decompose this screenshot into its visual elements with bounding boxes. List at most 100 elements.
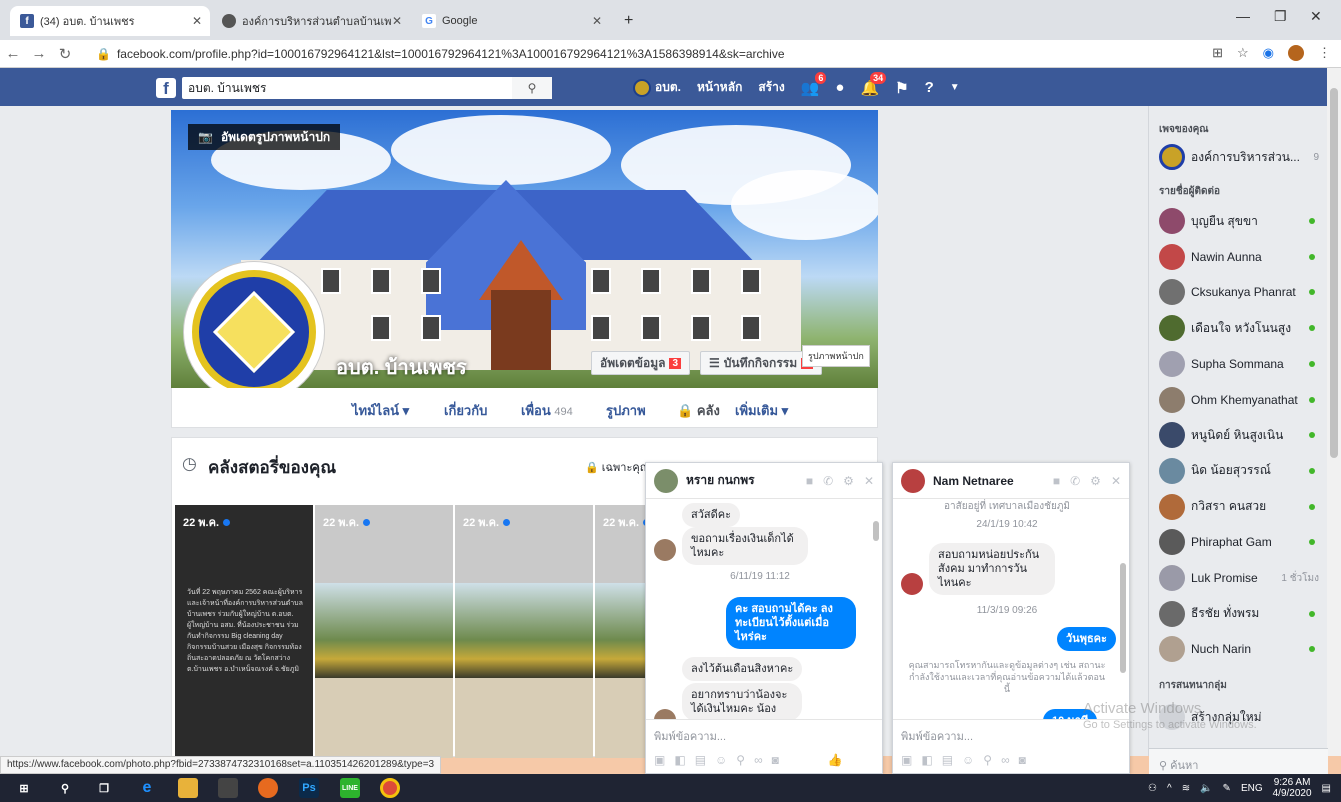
menu-dots-icon[interactable]: ⋮ (1318, 45, 1331, 61)
message-input[interactable]: พิมพ์ข้อความ... (646, 719, 882, 747)
chat-scrollbar[interactable] (872, 503, 880, 718)
chat-header[interactable]: Nam Netnaree ■ ✆ ⚙ ✕ (893, 463, 1129, 499)
tray-chevron-icon[interactable]: ^ (1167, 783, 1172, 794)
page-scrollbar[interactable] (1327, 68, 1341, 756)
video-call-icon[interactable]: ■ (806, 474, 813, 488)
profile-avatar-icon[interactable] (1288, 45, 1304, 61)
reload-icon[interactable]: ↻ (52, 45, 78, 63)
story-card[interactable]: 22 พ.ค. วันที่ 22 พฤษภาคม 2562 คณะผู้บริ… (175, 505, 313, 758)
store-icon[interactable] (218, 778, 238, 798)
contact-search-input[interactable]: ⚲ ค้นหา (1149, 748, 1328, 776)
phone-icon[interactable]: ✆ (1070, 474, 1080, 488)
gear-icon[interactable]: ⚙ (843, 474, 854, 488)
windows-start-icon[interactable]: ⊞ (14, 778, 34, 798)
file-explorer-icon[interactable] (178, 778, 198, 798)
story-card[interactable]: 22 พ.ค. (315, 505, 453, 758)
clock[interactable]: 9:26 AM 4/9/2020 (1273, 777, 1312, 799)
minimize-icon[interactable]: — (1236, 8, 1250, 24)
camera-icon[interactable]: ◙ (1019, 753, 1026, 767)
volume-icon[interactable]: 🔈 (1200, 783, 1212, 794)
close-icon[interactable]: ✕ (864, 474, 874, 488)
page-item[interactable]: องค์การบริหารส่วน... 9 (1159, 142, 1321, 172)
tab-about[interactable]: เกี่ยวกับ (444, 400, 487, 421)
contact-item[interactable]: Nawin Aunna (1159, 242, 1321, 272)
extension-icon[interactable]: ◉ (1263, 45, 1274, 61)
notifications-center-icon[interactable]: ▤ (1322, 783, 1331, 794)
search-icon[interactable]: ⚲ (512, 77, 552, 99)
tab-facebook[interactable]: f (34) อบต. บ้านเพชร ✕ (10, 6, 210, 36)
chat-header[interactable]: หราย กนกพร ■ ✆ ⚙ ✕ (646, 463, 882, 499)
close-icon[interactable]: ✕ (192, 14, 202, 28)
home-link[interactable]: หน้าหลัก (697, 78, 742, 97)
task-view-icon[interactable]: ❐ (94, 778, 114, 798)
image-icon[interactable]: ▣ (901, 753, 912, 767)
contact-item[interactable]: ธีรชัย ทั่งพรม (1159, 599, 1321, 629)
profile-name[interactable]: อบต. บ้านเพชร (336, 351, 467, 383)
contact-item[interactable]: Luk Promise 1 ชั่วโมง (1159, 563, 1321, 593)
create-link[interactable]: สร้าง (758, 78, 784, 97)
account-menu-chevron-icon[interactable]: ▼ (950, 82, 960, 93)
contact-item[interactable]: หนูนิดย์ หินสูงเนิน (1159, 420, 1321, 450)
tab-friends[interactable]: เพื่อน 494 (521, 400, 573, 421)
notifications-icon[interactable]: 🔔 34 (860, 71, 887, 97)
profile-picture[interactable] (184, 262, 324, 402)
new-tab-button[interactable]: + (614, 6, 644, 36)
contact-item[interactable]: Cksukanya Phanrat (1159, 277, 1321, 307)
bookmark-star-icon[interactable]: ☆ (1237, 45, 1249, 61)
story-card[interactable]: 22 พ.ค. (455, 505, 593, 758)
image-icon[interactable]: ▣ (654, 753, 665, 767)
network-icon[interactable]: ≋ (1182, 783, 1190, 794)
phone-icon[interactable]: ✆ (823, 474, 833, 488)
gear-icon[interactable]: ⚙ (1090, 474, 1101, 488)
contact-item[interactable]: Supha Sommana (1159, 349, 1321, 379)
restore-icon[interactable]: ❐ (1274, 8, 1287, 25)
tab-archive[interactable]: 🔒 คลัง (677, 400, 720, 421)
attachment-icon[interactable]: ⚲ (736, 753, 745, 767)
sticker-icon[interactable]: ◧ (921, 753, 932, 767)
chat-contact-name[interactable]: Nam Netnaree (933, 474, 1014, 488)
contact-item[interactable]: Nuch Narin (1159, 634, 1321, 664)
contact-item[interactable]: Phiraphat Gam (1159, 527, 1321, 557)
chat-scrollbar[interactable] (1119, 503, 1127, 718)
edge-icon[interactable]: e (137, 778, 157, 798)
line-icon[interactable]: LINE (340, 778, 360, 798)
contact-item[interactable]: กวิสรา คนสวย (1159, 492, 1321, 522)
url-field[interactable]: 🔒 facebook.com/profile.php?id=10001679296… (96, 47, 785, 61)
chrome-icon[interactable] (380, 778, 400, 798)
back-icon[interactable]: ← (0, 45, 26, 62)
quick-help-icon[interactable]: ⚑ (895, 79, 908, 97)
chat-contact-name[interactable]: หราย กนกพร (686, 471, 755, 490)
tab-photos[interactable]: รูปภาพ (606, 400, 646, 421)
like-icon[interactable]: 👍 (828, 753, 843, 767)
link-icon[interactable]: ∞ (1001, 753, 1010, 767)
video-call-icon[interactable]: ■ (1053, 474, 1060, 488)
attachment-icon[interactable]: ⚲ (983, 753, 992, 767)
gif-icon[interactable]: ▤ (942, 753, 953, 767)
update-cover-button[interactable]: 📷 อัพเดตรูปภาพหน้าปก (188, 124, 341, 150)
language-indicator[interactable]: ENG (1241, 783, 1263, 794)
contact-item[interactable]: นิด น้อยสุวรรณ์ (1159, 456, 1321, 486)
search-input[interactable]: อบต. บ้านเพชร ⚲ (182, 77, 552, 99)
people-icon[interactable]: ⚇ (1148, 783, 1157, 794)
friend-requests-icon[interactable]: 👥 6 (801, 71, 827, 97)
close-icon[interactable]: ✕ (392, 14, 402, 28)
close-icon[interactable]: ✕ (1111, 474, 1121, 488)
contact-item[interactable]: บุญยืน สุขขา (1159, 206, 1321, 236)
firefox-icon[interactable] (258, 778, 278, 798)
contact-item[interactable]: Ohm Khemyanathat (1159, 385, 1321, 415)
profile-shortcut[interactable]: อบต. (633, 78, 681, 97)
help-icon[interactable]: ? (925, 79, 934, 96)
pen-icon[interactable]: ✎ (1223, 783, 1231, 794)
messenger-icon[interactable]: ● (835, 79, 844, 96)
update-info-button[interactable]: อัพเดตข้อมูล 3 (591, 351, 691, 375)
facebook-logo[interactable]: f (156, 78, 176, 98)
emoji-icon[interactable]: ☺ (962, 753, 974, 767)
window-close-icon[interactable]: ✕ (1310, 8, 1322, 25)
translate-icon[interactable]: ⊞ (1212, 45, 1223, 61)
tab-google[interactable]: G Google ✕ (412, 6, 610, 36)
tab-organization[interactable]: องค์การบริหารส่วนตำบลบ้านเพชร อำเ ✕ (212, 6, 410, 36)
close-icon[interactable]: ✕ (592, 14, 602, 28)
link-icon[interactable]: ∞ (754, 753, 763, 767)
contact-item[interactable]: เดือนใจ หวังโนนสูง (1159, 313, 1321, 343)
tab-more[interactable]: เพิ่มเติม ▾ (735, 400, 788, 421)
